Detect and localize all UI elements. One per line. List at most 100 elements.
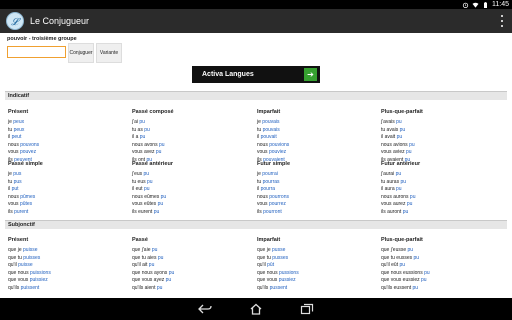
tense-name: Imparfait <box>257 109 281 115</box>
conjugation-line: nous eûmes pu <box>132 193 167 200</box>
alarm-icon <box>462 2 469 8</box>
conjugation-line: tu pourras <box>257 178 280 185</box>
conjugation-line: j'avais pu <box>381 119 402 125</box>
conjugation-line: qu'il pût <box>257 262 275 269</box>
conjugation-line: il aura pu <box>381 186 402 193</box>
action-bar: 𝓛 Le Conjugueur <box>0 9 512 33</box>
conjugation-line: ils purent <box>8 208 29 215</box>
tense-block: Futur simple je pourrai tu pourras il po… <box>257 161 367 217</box>
conjugation-line: que vous eussiez pu <box>381 277 427 284</box>
conjugation-line: nous aurons pu <box>381 193 416 200</box>
tense-name: Passé composé <box>132 109 174 115</box>
home-icon[interactable] <box>248 302 264 316</box>
conjugation-line: il pouvait <box>257 134 277 141</box>
tense-block: Plus-que-parfait j'avais pu tu avais pu … <box>381 109 491 165</box>
status-icons: 11:45 <box>462 0 509 9</box>
conjugation-line: il pourra <box>257 186 276 193</box>
conjugation-line: ils auront pu <box>381 208 409 215</box>
verb-label: pouvoir - troisième groupe <box>7 36 77 42</box>
conjugation-line: que nous puissions <box>8 269 51 276</box>
conjugation-line: tu as pu <box>132 126 150 133</box>
ad-arrow-icon[interactable]: ➔ <box>304 68 317 81</box>
conjugation-line: que nous eussions pu <box>381 269 430 276</box>
conjugation-line: tu peux <box>8 126 25 133</box>
tense-name: Futur antérieur <box>381 161 421 167</box>
conjugation-line: que je pusse <box>257 247 286 253</box>
status-bar: 11:45 <box>0 0 512 9</box>
conjugation-line: que tu aies pu <box>132 254 164 261</box>
mood-header-indicatif: Indicatif <box>5 91 507 100</box>
conjugation-line: qu'il puisse <box>8 262 33 269</box>
conjugation-line: que tu puisses <box>8 254 41 261</box>
conjugation-line: vous pouvez <box>8 149 37 156</box>
tense-name: Plus-que-parfait <box>381 237 423 243</box>
status-time: 11:45 <box>492 1 509 8</box>
tense-name: Passé <box>132 237 148 243</box>
mood-header-subjonctif: Subjonctif <box>5 220 507 229</box>
conjugation-line: il a pu <box>132 134 146 141</box>
conjugation-line: j'eus pu <box>132 171 150 177</box>
conjugation-line: j'ai pu <box>132 119 145 125</box>
conjugation-line: qu'ils puissent <box>8 284 40 291</box>
tense-name: Présent <box>8 109 29 115</box>
conjuguer-button[interactable]: Conjuguer <box>68 43 94 63</box>
conjugation-line: je pus <box>8 171 22 177</box>
conjugation-line: qu'il eût pu <box>381 262 406 269</box>
back-icon[interactable] <box>197 302 213 316</box>
conjugation-line: tu pus <box>8 178 22 185</box>
navigation-bar <box>0 298 512 320</box>
tense-name: Passé antérieur <box>132 161 173 167</box>
conjugation-line: ils eurent pu <box>132 208 160 215</box>
tense-block: Passé que j'aie pu que tu aies pu qu'il … <box>132 237 242 293</box>
tense-name: Présent <box>8 237 29 243</box>
conjugation-line: tu pouvais <box>257 126 280 133</box>
conjugation-line: qu'ils eussent pu <box>381 284 419 291</box>
wifi-icon <box>472 2 479 8</box>
tense-block: Passé composé j'ai pu tu as pu il a pu n… <box>132 109 242 165</box>
verb-input[interactable] <box>7 46 66 58</box>
conjugation-line: que vous pussiez <box>257 277 296 284</box>
conjugation-line: nous pourrons <box>257 193 289 200</box>
conjugation-line: nous pûmes <box>8 193 36 200</box>
tense-block: Imparfait que je pusse que tu pusses qu'… <box>257 237 367 293</box>
tense-block: Passé antérieur j'eus pu tu eus pu il eu… <box>132 161 242 217</box>
svg-text:𝓛: 𝓛 <box>11 17 21 27</box>
main-content: pouvoir - troisième groupe Conjuguer Var… <box>0 33 512 298</box>
tense-block: Plus-que-parfait que j'eusse pu que tu e… <box>381 237 491 293</box>
conjugation-line: je pourrai <box>257 171 278 177</box>
conjugation-line: vous eûtes pu <box>132 201 164 208</box>
conjugation-line: je peux <box>8 119 25 125</box>
ad-text: Activa Langues <box>202 71 254 78</box>
app-title: Le Conjugueur <box>30 16 90 26</box>
conjugation-line: vous avez pu <box>132 149 162 156</box>
conjugation-line: que nous ayons pu <box>132 269 175 276</box>
conjugation-line: que j'eusse pu <box>381 247 414 253</box>
conjugation-line: que tu eusses pu <box>381 254 420 261</box>
tense-name: Imparfait <box>257 237 281 243</box>
battery-icon <box>484 1 487 8</box>
app-logo-icon[interactable]: 𝓛 <box>6 12 24 30</box>
overflow-menu-icon[interactable] <box>500 15 504 27</box>
conjugation-line: j'aurai pu <box>381 171 402 177</box>
conjugation-line: il eut pu <box>132 186 150 193</box>
conjugation-line: vous pûtes <box>8 201 33 208</box>
conjugation-line: qu'ils aient pu <box>132 284 163 291</box>
conjugation-line: vous pouviez <box>257 149 287 156</box>
conjugation-line: ils pourront <box>257 208 282 215</box>
conjugation-line: qu'il ait pu <box>132 262 155 269</box>
conjugation-line: que vous puissiez <box>8 277 48 284</box>
tense-block: Présent que je puisse que tu puisses qu'… <box>8 237 118 293</box>
conjugation-line: nous avons pu <box>132 141 165 148</box>
conjugation-line: nous pouvions <box>257 141 290 148</box>
conjugation-line: il put <box>8 186 19 193</box>
tense-name: Futur simple <box>257 161 291 167</box>
tense-block: Futur antérieur j'aurai pu tu auras pu i… <box>381 161 491 217</box>
tense-name: Passé simple <box>8 161 43 167</box>
variante-button[interactable]: Variante <box>96 43 122 63</box>
tense-block: Passé simple je pus tu pus il put nous p… <box>8 161 118 217</box>
conjugation-line: qu'ils pussent <box>257 284 288 291</box>
conjugation-line: il avait pu <box>381 134 403 141</box>
ad-banner[interactable]: Activa Langues ➔ <box>192 66 320 83</box>
recent-apps-icon[interactable] <box>299 302 315 316</box>
conjugation-line: je pouvais <box>257 119 280 125</box>
